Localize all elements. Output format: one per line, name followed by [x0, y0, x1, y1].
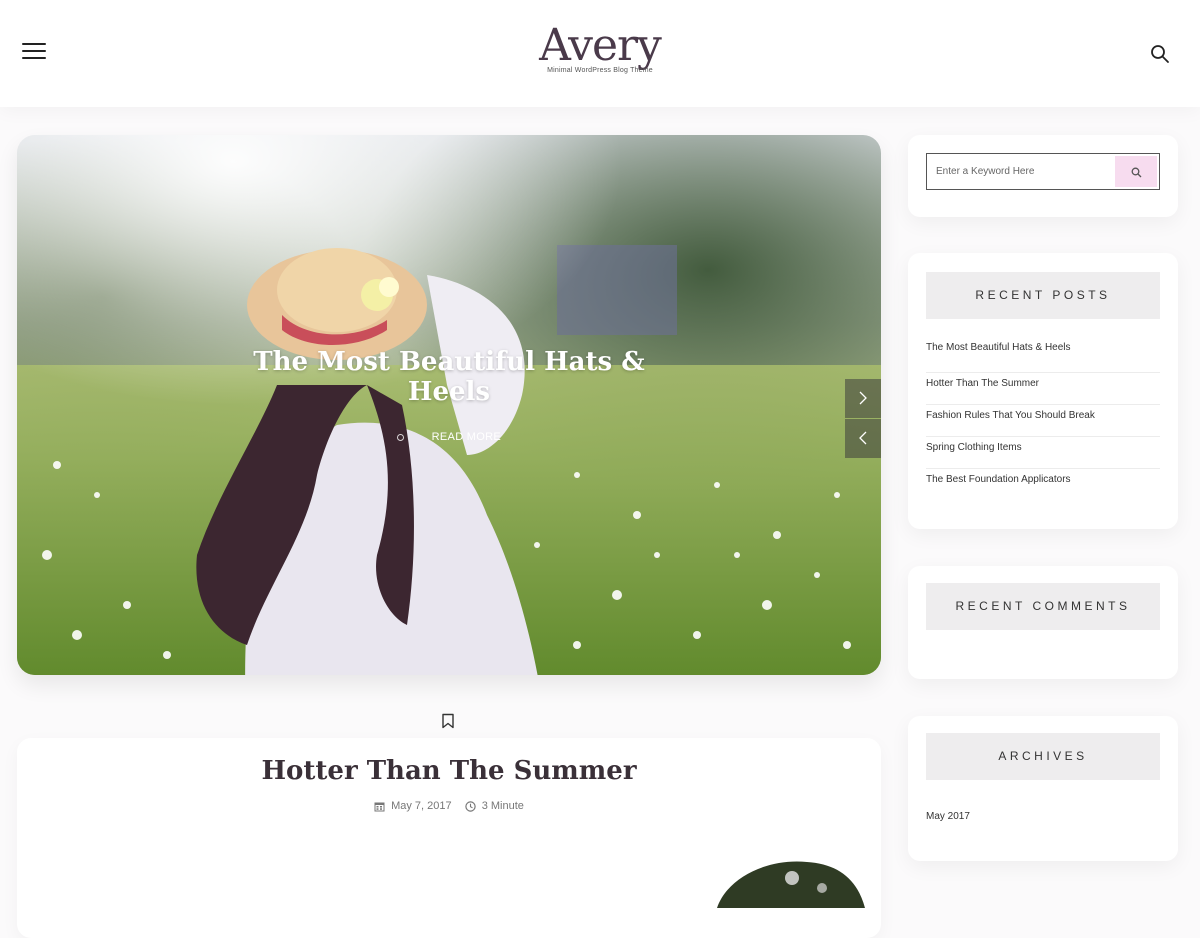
post-thumbnail-image[interactable]: [697, 848, 867, 908]
post-date: May 7, 2017: [374, 800, 452, 812]
recent-comments-widget: RECENT COMMENTS: [908, 566, 1178, 679]
search-submit-button[interactable]: [1115, 156, 1157, 187]
hamburger-menu-icon[interactable]: [22, 43, 46, 65]
featured-slider[interactable]: The Most Beautiful Hats & Heels READ MOR…: [17, 135, 881, 675]
recent-posts-widget: RECENT POSTS The Most Beautiful Hats & H…: [908, 253, 1178, 529]
search-widget: [908, 135, 1178, 217]
slide-title[interactable]: The Most Beautiful Hats & Heels: [249, 347, 649, 407]
post-read-time-text: 3 Minute: [481, 800, 524, 812]
widget-title: RECENT COMMENTS: [926, 583, 1160, 630]
post-read-time: 3 Minute: [465, 800, 524, 812]
bookmark-icon[interactable]: [441, 713, 457, 731]
post-meta: May 7, 2017 3 Minute: [17, 800, 881, 815]
slider-next-button[interactable]: [845, 379, 881, 418]
chevron-right-icon: [859, 391, 867, 405]
site-header: Avery Minimal WordPress Blog Theme: [0, 0, 1200, 107]
read-more-link[interactable]: READ MORE: [397, 431, 501, 443]
recent-post-link[interactable]: Hotter Than The Summer: [926, 373, 1160, 405]
clock-icon: [465, 800, 476, 812]
recent-post-link[interactable]: The Most Beautiful Hats & Heels: [926, 338, 1160, 373]
site-logo[interactable]: Avery Minimal WordPress Blog Theme: [500, 22, 700, 86]
recent-post-link[interactable]: The Best Foundation Applicators: [926, 469, 1160, 501]
search-icon[interactable]: [1150, 44, 1172, 66]
calendar-icon: [374, 802, 385, 811]
widget-title: ARCHIVES: [926, 733, 1160, 780]
slider-prev-button[interactable]: [845, 419, 881, 458]
recent-post-link[interactable]: Spring Clothing Items: [926, 437, 1160, 469]
archives-widget: ARCHIVES May 2017: [908, 716, 1178, 861]
search-input[interactable]: [927, 154, 1122, 189]
widget-title: RECENT POSTS: [926, 272, 1160, 319]
post-title[interactable]: Hotter Than The Summer: [17, 756, 881, 786]
read-more-dot-icon: [397, 434, 404, 441]
search-form: [926, 153, 1160, 190]
search-icon: [1131, 167, 1142, 178]
recent-posts-list: The Most Beautiful Hats & Heels Hotter T…: [926, 338, 1160, 501]
logo-wordmark: Avery: [539, 20, 662, 71]
read-more-label: READ MORE: [431, 431, 501, 443]
post-date-text[interactable]: May 7, 2017: [391, 800, 452, 812]
post-card: Hotter Than The Summer May 7, 2017 3 Min…: [17, 738, 881, 938]
logo-tagline: Minimal WordPress Blog Theme: [547, 67, 653, 74]
archive-link[interactable]: May 2017: [926, 811, 970, 822]
chevron-left-icon: [859, 431, 867, 445]
recent-post-link[interactable]: Fashion Rules That You Should Break: [926, 405, 1160, 437]
